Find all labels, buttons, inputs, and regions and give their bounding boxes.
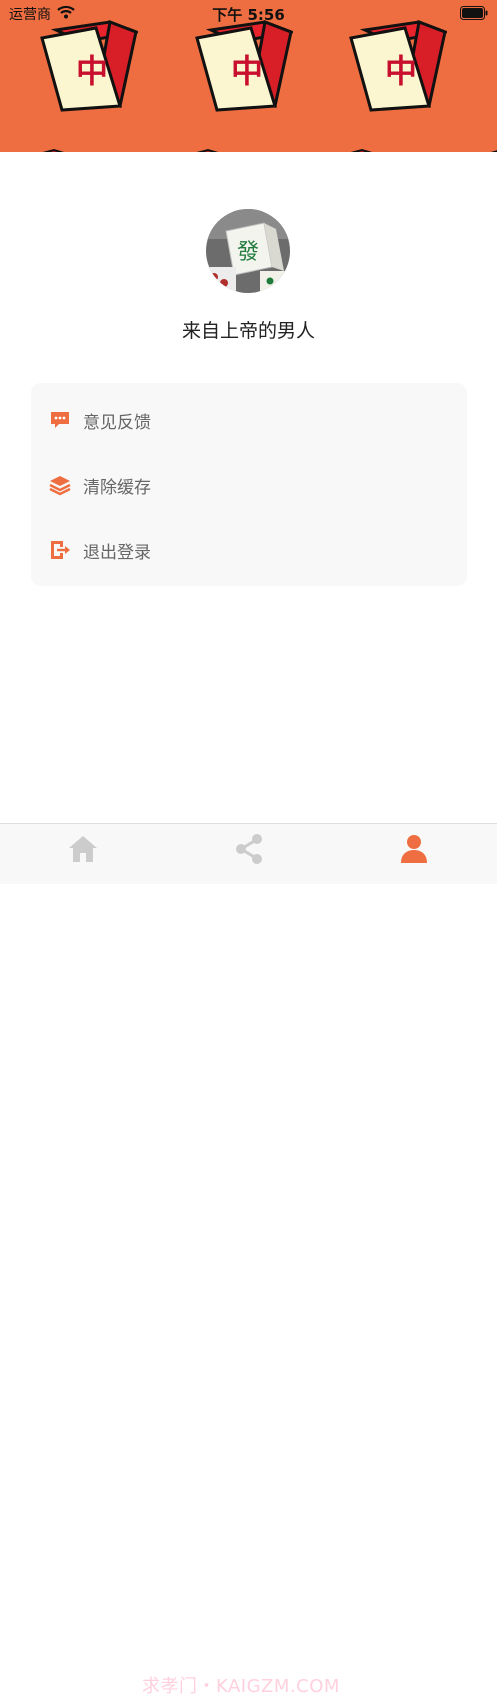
avatar[interactable]: 發 xyxy=(206,209,290,293)
mahjong-tile-icon: 中 xyxy=(195,20,293,112)
person-icon xyxy=(401,835,427,863)
watermark-text: 求孝门・KAIGZM.COM xyxy=(142,1676,340,1697)
feedback-menu-item[interactable]: 意见反馈 xyxy=(31,395,467,445)
layers-icon xyxy=(49,476,71,496)
share-icon xyxy=(236,834,262,864)
home-icon xyxy=(69,836,97,862)
svg-text:中: 中 xyxy=(231,52,263,90)
avatar-image: 發 xyxy=(206,209,290,293)
svg-text:中: 中 xyxy=(76,52,108,90)
mahjong-tile-peek xyxy=(196,148,219,152)
tab-bar: 求孝门・KAIGZM.COM xyxy=(0,823,497,1697)
tab-profile[interactable] xyxy=(397,832,431,866)
logout-label: 退出登录 xyxy=(83,542,151,563)
logout-menu-item[interactable]: 退出登录 xyxy=(31,525,467,575)
mahjong-tile-peek xyxy=(490,150,497,152)
svg-text:發: 發 xyxy=(237,240,259,265)
svg-text:中: 中 xyxy=(385,52,417,90)
mahjong-tile-peek xyxy=(350,148,373,152)
mahjong-tile-icon: 中 xyxy=(40,20,138,112)
logout-icon xyxy=(51,541,70,559)
mahjong-tile-peek xyxy=(42,148,65,152)
settings-card: 意见反馈 清除缓存 退出登录 xyxy=(31,383,467,586)
status-bar: 运营商 下午 5:56 xyxy=(0,0,497,26)
feedback-label: 意见反馈 xyxy=(83,412,151,433)
chat-bubble-icon xyxy=(51,412,69,428)
battery-icon xyxy=(460,6,488,20)
clear-cache-menu-item[interactable]: 清除缓存 xyxy=(31,460,467,510)
tab-share[interactable] xyxy=(232,832,266,866)
status-time: 下午 5:56 xyxy=(212,6,285,24)
username-label: 来自上帝的男人 xyxy=(181,320,315,342)
tab-home[interactable] xyxy=(66,832,100,866)
mahjong-tile-icon: 中 xyxy=(349,20,447,112)
clear-cache-label: 清除缓存 xyxy=(83,477,151,498)
